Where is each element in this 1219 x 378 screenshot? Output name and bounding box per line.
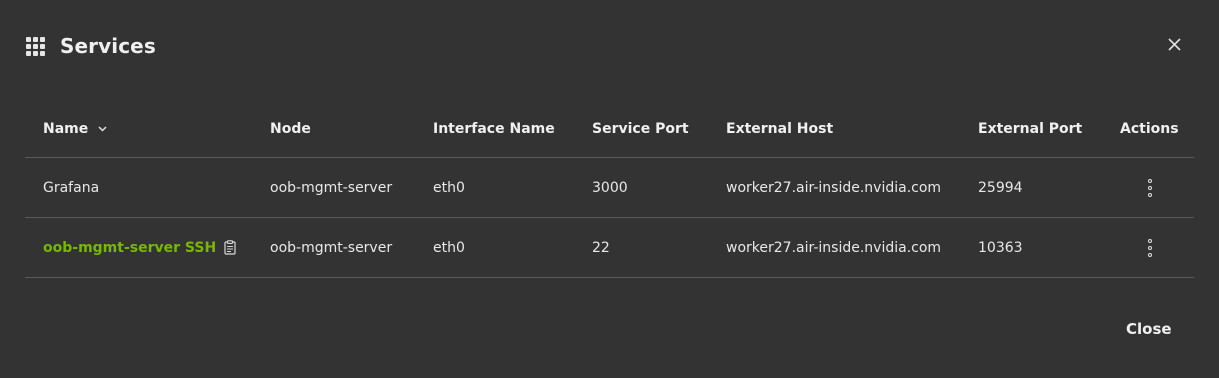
dialog-title: Services <box>60 34 156 58</box>
service-name-link[interactable]: oob-mgmt-server SSH <box>43 240 216 256</box>
table-row: Grafana oob-mgmt-server eth0 3000 worker… <box>25 158 1194 218</box>
service-name: Grafana <box>43 179 100 196</box>
column-header-service-port: Service Port <box>592 120 689 137</box>
clipboard-icon[interactable] <box>224 240 236 255</box>
dialog-header: Services <box>26 33 156 59</box>
column-header-node: Node <box>270 120 311 137</box>
column-header-name-label: Name <box>43 120 89 137</box>
service-interface: eth0 <box>433 239 465 256</box>
services-dialog: Services Name Node Interface Name Servic… <box>0 0 1219 378</box>
service-name-cell: oob-mgmt-server SSH <box>43 218 236 277</box>
external-host: worker27.air-inside.nvidia.com <box>726 179 942 196</box>
service-node: oob-mgmt-server <box>270 179 393 196</box>
external-port: 25994 <box>978 179 1023 196</box>
service-interface: eth0 <box>433 179 465 196</box>
kebab-menu-icon[interactable] <box>1147 178 1153 197</box>
close-icon[interactable] <box>1166 36 1183 53</box>
chevron-down-icon[interactable] <box>97 123 108 134</box>
column-header-external-host: External Host <box>726 120 834 137</box>
table-row: oob-mgmt-server SSH oob-mgmt-server eth0… <box>25 218 1194 278</box>
close-button[interactable]: Close <box>1118 318 1180 340</box>
service-port: 22 <box>592 239 610 256</box>
external-port: 10363 <box>978 239 1023 256</box>
column-header-external-port: External Port <box>978 120 1083 137</box>
service-node: oob-mgmt-server <box>270 239 393 256</box>
row-actions <box>1140 158 1160 217</box>
column-header-actions: Actions <box>1120 120 1179 137</box>
table-header-row: Name Node Interface Name Service Port Ex… <box>25 100 1194 158</box>
services-table: Name Node Interface Name Service Port Ex… <box>25 100 1194 278</box>
external-host: worker27.air-inside.nvidia.com <box>726 239 942 256</box>
kebab-menu-icon[interactable] <box>1147 238 1153 257</box>
row-actions <box>1140 218 1160 277</box>
grid-icon <box>26 36 45 56</box>
column-header-name[interactable]: Name <box>43 100 108 159</box>
column-header-interface: Interface Name <box>433 120 555 137</box>
service-port: 3000 <box>592 179 628 196</box>
